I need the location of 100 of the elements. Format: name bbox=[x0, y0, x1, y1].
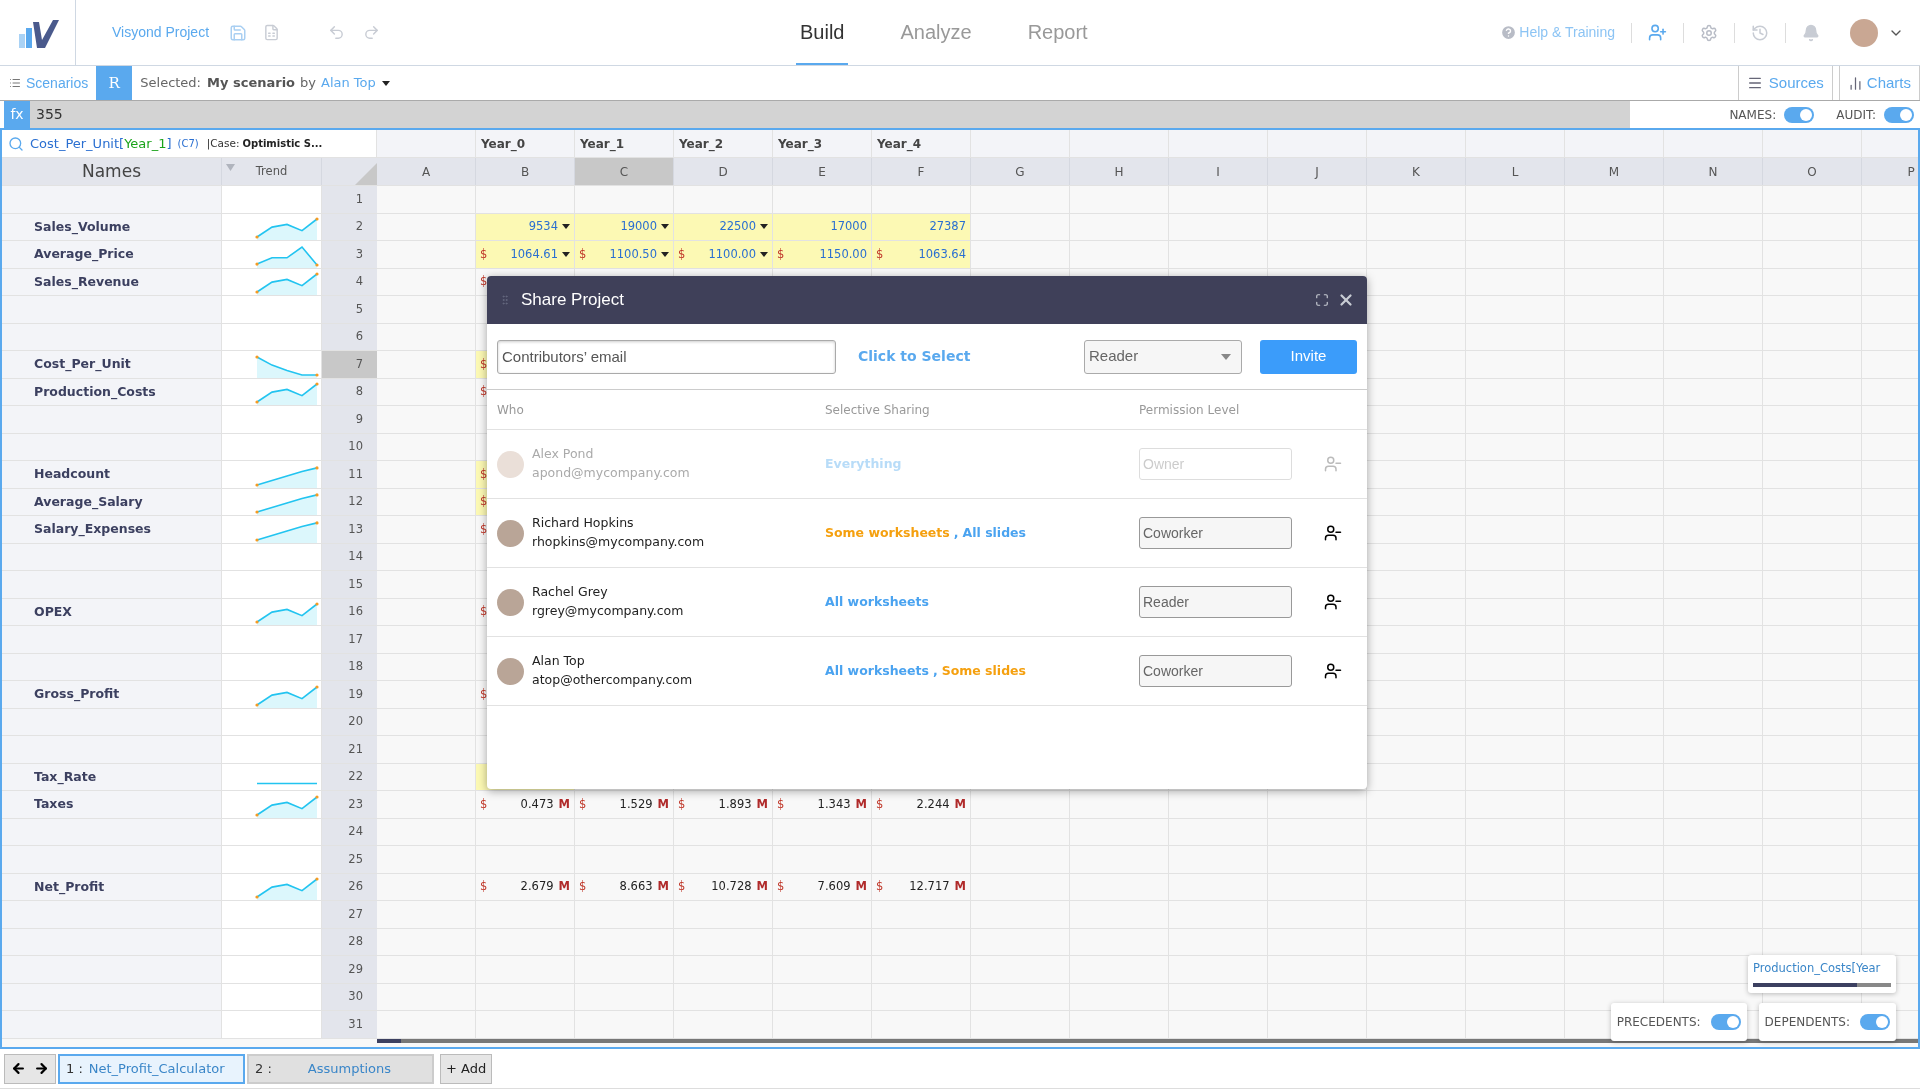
caret-icon[interactable] bbox=[661, 224, 669, 230]
row-number[interactable]: 9 bbox=[322, 406, 377, 433]
row-number[interactable]: 21 bbox=[322, 736, 377, 763]
remove-user-icon[interactable] bbox=[1324, 662, 1342, 680]
name-cell[interactable] bbox=[2, 653, 222, 680]
name-cell[interactable] bbox=[2, 818, 222, 845]
formula-field[interactable]: fx 355 bbox=[4, 101, 1630, 128]
name-cell[interactable]: Gross_Profit bbox=[2, 681, 222, 708]
redo-icon[interactable] bbox=[363, 24, 380, 41]
name-cell[interactable]: OPEX bbox=[2, 598, 222, 625]
row-number[interactable]: 25 bbox=[322, 846, 377, 873]
caret-icon[interactable] bbox=[562, 224, 570, 230]
row-number[interactable]: 6 bbox=[322, 323, 377, 350]
drag-handle-icon[interactable] bbox=[499, 292, 511, 308]
row-number[interactable]: 16 bbox=[322, 598, 377, 625]
row-number[interactable]: 23 bbox=[322, 791, 377, 818]
search-icon[interactable] bbox=[8, 135, 24, 152]
add-sheet-button[interactable]: + Add bbox=[440, 1053, 493, 1084]
row-number[interactable]: 26 bbox=[322, 873, 377, 900]
name-cell[interactable]: Salary_Expenses bbox=[2, 516, 222, 543]
name-cell[interactable]: Sales_Revenue bbox=[2, 268, 222, 295]
name-cell[interactable]: Headcount bbox=[2, 461, 222, 488]
bell-icon[interactable] bbox=[1802, 23, 1820, 42]
name-cell[interactable]: Sales_Volume bbox=[2, 213, 222, 240]
name-cell[interactable]: Net_Profit bbox=[2, 873, 222, 900]
row-number[interactable]: 8 bbox=[322, 378, 377, 405]
column-header[interactable]: M bbox=[1565, 158, 1664, 185]
scrollbar[interactable] bbox=[377, 1038, 401, 1043]
caret-icon[interactable] bbox=[760, 251, 768, 257]
add-user-icon[interactable] bbox=[1648, 23, 1667, 42]
name-cell[interactable] bbox=[2, 708, 222, 735]
remove-user-icon[interactable] bbox=[1324, 524, 1342, 542]
toggle-switch[interactable] bbox=[1884, 106, 1914, 123]
logo-icon[interactable] bbox=[16, 17, 59, 48]
name-cell[interactable]: Cost_Per_Unit bbox=[2, 351, 222, 378]
sheet-tab[interactable]: 2 : Assumptions bbox=[247, 1053, 434, 1084]
name-cell[interactable]: Taxes bbox=[2, 791, 222, 818]
caret-icon[interactable] bbox=[562, 251, 570, 257]
toggle-switch[interactable] bbox=[1710, 1014, 1741, 1030]
column-header[interactable]: P bbox=[1862, 158, 1918, 185]
name-cell[interactable] bbox=[2, 983, 222, 1010]
column-header[interactable]: C bbox=[575, 158, 674, 185]
column-header[interactable]: E bbox=[773, 158, 872, 185]
column-header[interactable]: D bbox=[674, 158, 773, 185]
role-select[interactable]: Reader bbox=[1084, 339, 1242, 374]
undo-icon[interactable] bbox=[328, 24, 345, 41]
settings-icon[interactable] bbox=[1700, 23, 1718, 42]
sheet-tab[interactable]: 1 : Net_Profit_Calculator bbox=[58, 1053, 245, 1084]
name-cell[interactable]: Tax_Rate bbox=[2, 763, 222, 790]
row-number[interactable]: 30 bbox=[322, 983, 377, 1010]
row-number[interactable]: 28 bbox=[322, 928, 377, 955]
row-number[interactable]: 24 bbox=[322, 818, 377, 845]
row-number[interactable]: 2 bbox=[322, 213, 377, 240]
column-header[interactable]: N bbox=[1664, 158, 1763, 185]
row-number[interactable]: 12 bbox=[322, 488, 377, 515]
name-cell[interactable] bbox=[2, 901, 222, 928]
row-number[interactable]: 15 bbox=[322, 571, 377, 598]
column-header[interactable]: L bbox=[1466, 158, 1565, 185]
row-number[interactable]: 27 bbox=[322, 901, 377, 928]
permission-field[interactable]: Coworker bbox=[1139, 655, 1292, 687]
row-number[interactable]: 29 bbox=[322, 956, 377, 983]
name-cell[interactable]: Production_Costs bbox=[2, 378, 222, 405]
toggle-switch[interactable] bbox=[1784, 106, 1815, 123]
column-header[interactable]: J bbox=[1268, 158, 1367, 185]
name-cell[interactable] bbox=[2, 543, 222, 570]
name-cell[interactable] bbox=[2, 323, 222, 350]
row-number[interactable]: 17 bbox=[322, 626, 377, 653]
name-cell[interactable] bbox=[2, 846, 222, 873]
name-cell[interactable] bbox=[2, 571, 222, 598]
permission-field[interactable]: Reader bbox=[1139, 586, 1292, 618]
email-field[interactable]: Contributors’ email bbox=[497, 339, 836, 374]
row-number[interactable]: 1 bbox=[322, 186, 377, 213]
spreadsheet-icon[interactable] bbox=[263, 24, 280, 41]
name-box[interactable]: Cost_Per_Unit[Year_1] (C7) |Case: Optimistic S... bbox=[2, 130, 377, 157]
row-number[interactable]: 11 bbox=[322, 461, 377, 488]
row-number[interactable]: 13 bbox=[322, 516, 377, 543]
row-number[interactable]: 19 bbox=[322, 681, 377, 708]
name-cell[interactable] bbox=[2, 433, 222, 460]
column-header[interactable]: I bbox=[1169, 158, 1268, 185]
name-cell[interactable] bbox=[2, 956, 222, 983]
name-cell[interactable]: Average_Salary bbox=[2, 488, 222, 515]
row-number[interactable]: 5 bbox=[322, 296, 377, 323]
permission-field[interactable]: Coworker bbox=[1139, 517, 1292, 549]
name-cell[interactable]: Average_Price bbox=[2, 241, 222, 268]
name-cell[interactable] bbox=[2, 626, 222, 653]
column-header[interactable]: O bbox=[1763, 158, 1862, 185]
name-cell[interactable] bbox=[2, 296, 222, 323]
column-header[interactable]: K bbox=[1367, 158, 1466, 185]
name-cell[interactable] bbox=[2, 928, 222, 955]
nav-tab[interactable]: Build bbox=[796, 0, 849, 65]
row-number[interactable]: 22 bbox=[322, 763, 377, 790]
row-number[interactable]: 20 bbox=[322, 708, 377, 735]
column-header[interactable]: G bbox=[971, 158, 1070, 185]
filter-icon[interactable] bbox=[226, 164, 235, 171]
avatar[interactable] bbox=[1850, 18, 1878, 47]
corner-icon[interactable] bbox=[355, 163, 377, 185]
dialog-title-bar[interactable]: Share Project bbox=[487, 276, 1367, 324]
name-cell[interactable] bbox=[2, 186, 222, 213]
caret-icon[interactable] bbox=[760, 224, 768, 230]
name-cell[interactable] bbox=[2, 1011, 222, 1038]
